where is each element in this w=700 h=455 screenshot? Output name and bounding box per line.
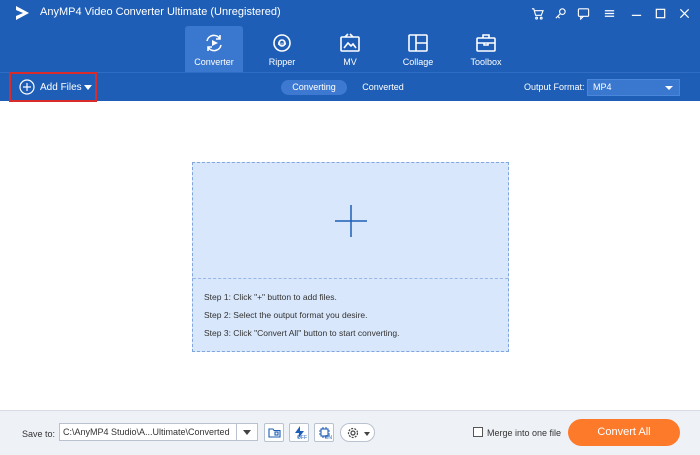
ripper-icon: DVD [273, 34, 291, 52]
merge-checkbox[interactable] [473, 427, 483, 437]
settings-button[interactable] [340, 423, 375, 442]
output-format-label: Output Format: [524, 82, 585, 92]
tab-toolbox[interactable]: Toolbox [457, 26, 515, 72]
close-icon[interactable] [675, 4, 693, 22]
tab-collage[interactable]: Collage [389, 26, 447, 72]
chevron-down-icon [665, 86, 673, 90]
save-path-field[interactable]: C:\AnyMP4 Studio\A...Ultimate\Converted [59, 423, 258, 441]
gear-icon [347, 427, 359, 439]
tab-label: MV [343, 57, 357, 67]
folder-icon [268, 428, 281, 438]
cart-icon[interactable] [528, 4, 546, 22]
tab-mv[interactable]: MV [321, 26, 379, 72]
menu-icon[interactable] [600, 4, 618, 22]
mv-icon [340, 33, 360, 52]
app-logo-icon [16, 6, 29, 20]
open-folder-button[interactable] [264, 423, 284, 442]
chevron-down-icon [364, 432, 370, 436]
app-window: AnyMP4 Video Converter Ultimate (Unregis… [0, 0, 700, 455]
app-title: AnyMP4 Video Converter Ultimate (Unregis… [40, 6, 281, 18]
step-3-text: Step 3: Click "Convert All" button to st… [204, 328, 400, 338]
output-format-select[interactable]: MP4 [587, 79, 680, 96]
tab-ripper[interactable]: DVD Ripper [253, 26, 311, 72]
add-plus-icon[interactable] [335, 205, 367, 237]
hardware-acceleration-button[interactable]: OFF [289, 423, 309, 442]
tab-converting[interactable]: Converting [281, 80, 347, 95]
svg-text:DVD: DVD [278, 41, 287, 46]
step-2-text: Step 2: Select the output format you des… [204, 310, 368, 320]
feedback-icon[interactable] [574, 4, 592, 22]
tab-label: Toolbox [470, 57, 502, 67]
chevron-down-icon[interactable] [243, 430, 251, 435]
collage-icon [408, 34, 428, 52]
convert-all-button[interactable]: Convert All [568, 419, 680, 446]
gpu-status: ON [324, 435, 333, 441]
tab-label: Ripper [268, 57, 296, 67]
toolbox-icon [476, 34, 496, 52]
header-bar: AnyMP4 Video Converter Ultimate (Unregis… [0, 0, 700, 102]
tab-converted[interactable]: Converted [352, 80, 414, 95]
maximize-icon[interactable] [651, 4, 669, 22]
tab-label: Converter [194, 57, 234, 67]
gpu-acceleration-button[interactable]: ON [314, 423, 334, 442]
tab-converter[interactable]: Converter [185, 26, 243, 72]
add-circle-icon [19, 79, 35, 95]
add-files-button[interactable]: Add Files [9, 72, 97, 102]
merge-label: Merge into one file [487, 428, 562, 438]
title-bar: AnyMP4 Video Converter Ultimate (Unregis… [0, 0, 700, 26]
acceleration-status: OFF [297, 435, 307, 441]
minimize-icon[interactable] [627, 4, 645, 22]
output-format-value: MP4 [593, 82, 612, 92]
save-path-value: C:\AnyMP4 Studio\A...Ultimate\Converted [63, 427, 230, 437]
key-icon[interactable] [551, 4, 569, 22]
step-1-text: Step 1: Click "+" button to add files. [204, 292, 337, 302]
save-to-label: Save to: [22, 429, 56, 439]
tab-label: Collage [402, 57, 434, 67]
chevron-down-icon[interactable] [84, 85, 92, 90]
divider [236, 424, 237, 440]
add-files-label: Add Files [40, 82, 82, 93]
file-drop-zone[interactable]: Step 1: Click "+" button to add files. S… [192, 162, 509, 352]
converter-icon [206, 34, 222, 52]
divider [193, 278, 508, 279]
